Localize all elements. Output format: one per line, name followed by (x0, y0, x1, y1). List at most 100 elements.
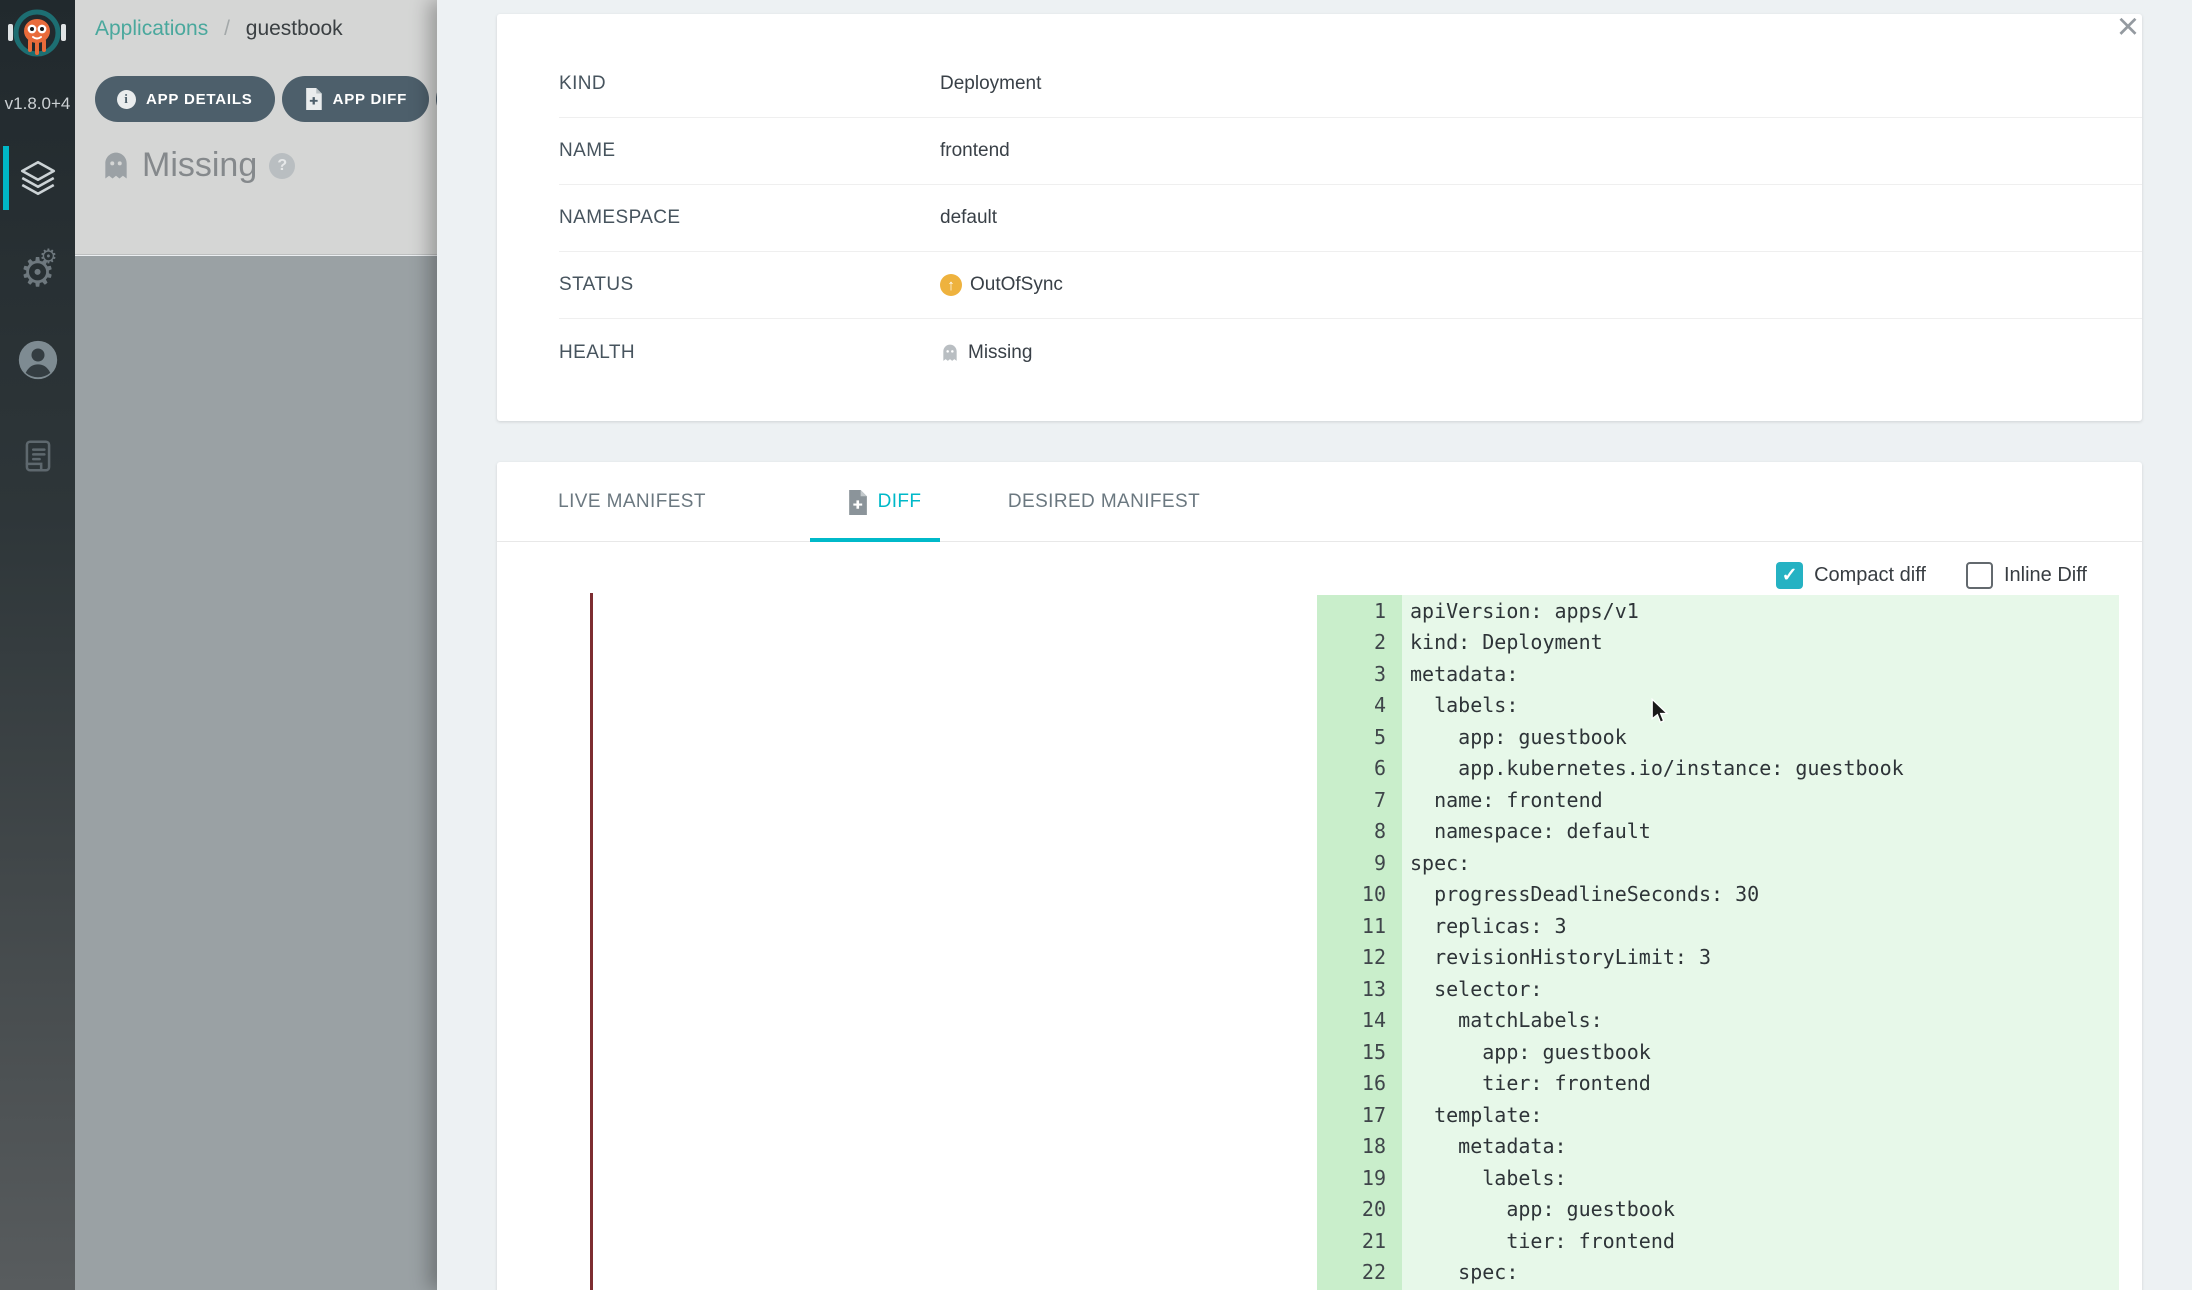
help-icon[interactable]: ? (269, 153, 295, 179)
line-number: 21 (1317, 1229, 1402, 1253)
file-diff-icon (304, 88, 323, 110)
code-line: matchLabels: (1402, 1008, 1603, 1032)
detail-row-status: STATUS ↑ OutOfSync (559, 252, 2142, 319)
code-line: metadata: (1402, 1134, 1567, 1158)
breadcrumb: Applications / guestbook (95, 17, 343, 41)
line-number: 3 (1317, 662, 1402, 686)
compact-diff-option[interactable]: Compact diff (1776, 562, 1926, 589)
sidebar-item-user[interactable] (0, 325, 75, 395)
line-number: 8 (1317, 819, 1402, 843)
app-health-value: Missing (142, 146, 257, 185)
breadcrumb-separator: / (224, 17, 230, 40)
gear-small-icon: ⚙ (40, 246, 58, 266)
detail-row-health: HEALTH Missing (559, 319, 2142, 386)
argocd-logo-icon (6, 6, 68, 68)
line-number: 2 (1317, 630, 1402, 654)
code-line: replicas: 3 (1402, 914, 1567, 938)
line-number: 19 (1317, 1166, 1402, 1190)
namespace-label: NAMESPACE (559, 207, 940, 229)
code-line: tier: frontend (1402, 1071, 1651, 1095)
line-number: 22 (1317, 1260, 1402, 1284)
line-number: 13 (1317, 977, 1402, 1001)
code-line: app: guestbook (1402, 1040, 1651, 1064)
sidebar-item-applications[interactable] (0, 143, 75, 213)
sidebar-item-settings[interactable]: ⚙ ⚙ (0, 238, 75, 308)
namespace-value: default (940, 207, 997, 229)
kind-label: KIND (559, 73, 940, 95)
diff-options: Compact diff Inline Diff (1776, 562, 2087, 589)
ghost-icon (940, 343, 960, 363)
line-number: 7 (1317, 788, 1402, 812)
code-line: spec: (1402, 1260, 1518, 1284)
line-number: 20 (1317, 1197, 1402, 1221)
file-diff-icon (847, 490, 868, 515)
code-line: app: guestbook (1402, 1197, 1675, 1221)
tab-live-manifest[interactable]: LIVE MANIFEST (537, 462, 727, 542)
code-line: labels: (1402, 1166, 1567, 1190)
inline-diff-option[interactable]: Inline Diff (1966, 562, 2087, 589)
diff-added-pane: 1 2 3 4 5 6 7 8 9 10 11 12 13 14 15 16 1 (1317, 595, 2119, 1290)
line-number: 1 (1317, 599, 1402, 623)
code-line: metadata: (1402, 662, 1518, 686)
resource-sliding-panel: × KIND Deployment NAME frontend NAMESPAC… (437, 0, 2192, 1290)
code-line: revisionHistoryLimit: 3 (1402, 945, 1711, 969)
line-number: 10 (1317, 882, 1402, 906)
line-number: 14 (1317, 1008, 1402, 1032)
ghost-icon (100, 150, 132, 182)
sidebar: v1.8.0+4 ⚙ ⚙ (0, 0, 75, 1290)
name-value: frontend (940, 140, 1010, 162)
line-number: 17 (1317, 1103, 1402, 1127)
inline-diff-checkbox[interactable] (1966, 562, 1993, 589)
status-label: STATUS (559, 274, 940, 296)
compact-diff-checkbox[interactable] (1776, 562, 1803, 589)
diff-removed-pane-border (590, 593, 593, 1290)
name-label: NAME (559, 140, 940, 162)
breadcrumb-current: guestbook (246, 17, 343, 40)
resource-summary-card: KIND Deployment NAME frontend NAMESPACE … (497, 14, 2142, 421)
inline-diff-label: Inline Diff (2004, 564, 2087, 587)
line-number: 9 (1317, 851, 1402, 875)
line-number: 16 (1317, 1071, 1402, 1095)
app-diff-button[interactable]: APP DIFF (282, 76, 429, 122)
breadcrumb-applications-link[interactable]: Applications (95, 17, 208, 40)
compact-diff-label: Compact diff (1814, 564, 1926, 587)
tab-desired-manifest[interactable]: DESIRED MANIFEST (977, 462, 1231, 542)
close-icon[interactable]: × (2105, 4, 2151, 50)
line-number: 6 (1317, 756, 1402, 780)
manifest-card: LIVE MANIFEST DIFF DESIRED MANIFEST Comp… (497, 462, 2142, 1290)
code-line: tier: frontend (1402, 1229, 1675, 1253)
document-icon (19, 437, 57, 475)
argocd-app: v1.8.0+4 ⚙ ⚙ (0, 0, 2192, 1290)
tab-diff[interactable]: DIFF (797, 462, 971, 542)
code-line: name: frontend (1402, 788, 1603, 812)
code-line: apiVersion: apps/v1 (1402, 599, 1639, 623)
detail-row-name: NAME frontend (559, 118, 2142, 185)
sidebar-item-docs[interactable] (0, 421, 75, 491)
line-number: 18 (1317, 1134, 1402, 1158)
version-label: v1.8.0+4 (0, 94, 75, 114)
code-line: app.kubernetes.io/instance: guestbook (1402, 756, 1904, 780)
active-tab-underline (810, 538, 940, 542)
detail-row-namespace: NAMESPACE default (559, 185, 2142, 252)
layers-icon (17, 157, 59, 199)
line-number: 11 (1317, 914, 1402, 938)
code-line: labels: (1402, 693, 1518, 717)
code-line: progressDeadlineSeconds: 30 (1402, 882, 1759, 906)
line-number: 15 (1317, 1040, 1402, 1064)
mouse-cursor (1648, 698, 1672, 724)
health-value: Missing (940, 342, 1032, 364)
code-line: namespace: default (1402, 819, 1651, 843)
diff-line-numbers: 1 2 3 4 5 6 7 8 9 10 11 12 13 14 15 16 1 (1317, 595, 1402, 1290)
diff-code: apiVersion: apps/v1 kind: Deployment met… (1402, 595, 2119, 1290)
line-number: 5 (1317, 725, 1402, 749)
user-icon (15, 337, 61, 383)
info-icon: i (117, 90, 136, 109)
code-line: kind: Deployment (1402, 630, 1603, 654)
status-value: ↑ OutOfSync (940, 274, 1063, 296)
app-health-heading: Missing ? (100, 146, 295, 185)
code-line: app: guestbook (1402, 725, 1627, 749)
app-details-button[interactable]: i APP DETAILS (95, 76, 275, 122)
out-of-sync-icon: ↑ (940, 274, 962, 296)
manifest-tabbar: LIVE MANIFEST DIFF DESIRED MANIFEST (497, 462, 2142, 542)
health-label: HEALTH (559, 342, 940, 364)
